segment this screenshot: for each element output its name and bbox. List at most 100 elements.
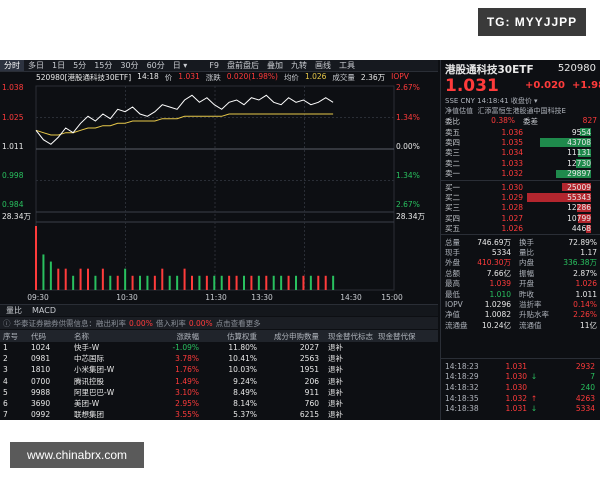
tab-30-min[interactable]: 30分: [116, 60, 142, 71]
bid-level[interactable]: 买五 1.026 4468: [441, 224, 600, 234]
volume-bar: [101, 268, 104, 290]
f9-button[interactable]: F9: [205, 61, 223, 70]
tab-1-day[interactable]: 1日: [48, 60, 69, 71]
stat-label: 量比: [519, 248, 534, 258]
stat-row: 净值 1.0082 升贴水率 2.26%: [441, 310, 600, 320]
volume-bar: [324, 275, 327, 290]
bid-level[interactable]: 买四 1.027 10799: [441, 213, 600, 223]
level-volume: 10799: [567, 213, 591, 223]
col-header[interactable]: 代码: [28, 331, 72, 342]
tick-time: 14:18:23: [445, 361, 479, 371]
level-price: 1.034: [501, 148, 523, 158]
bid-level[interactable]: 买二 1.029 55343: [441, 192, 600, 202]
pre-post-market-button[interactable]: 盘前盘后: [223, 60, 263, 71]
tick-price: 1.030: [505, 372, 527, 382]
ask-level[interactable]: 卖四 1.035 43708: [441, 137, 600, 147]
intraday-chart[interactable]: 520980[港股通科技30ETF] 14:18 价 1.031 涨跌 0.02…: [0, 72, 438, 304]
level-volume: 4468: [571, 224, 591, 234]
stat-label: 振幅: [519, 268, 534, 278]
cell-no: 3: [3, 365, 8, 375]
x-tick: 14:30: [340, 293, 362, 302]
volume-bar: [57, 268, 60, 290]
tab-volume-ratio[interactable]: 量比: [6, 305, 22, 316]
stat-value: 10.24亿: [482, 320, 511, 330]
cell-flag: 退补: [328, 354, 343, 364]
stat-value: 72.89%: [568, 237, 597, 247]
tab-60-min[interactable]: 60分: [143, 60, 169, 71]
cell-code: 0700: [31, 376, 51, 386]
stat-label: 总量: [445, 237, 460, 247]
stat-value: 5334: [491, 248, 511, 258]
fund-company: 汇添富恒生港股通中国科技E: [477, 107, 566, 115]
col-header[interactable]: 涨跌幅: [144, 331, 202, 342]
table-row[interactable]: 2 0981 中芯国际 3.78% 10.41% 2563 退补: [0, 353, 438, 364]
last-price: 1.031: [445, 76, 499, 96]
level-price: 1.032: [501, 169, 523, 179]
stat-value: 1.039: [489, 279, 511, 289]
table-row[interactable]: 3 1810 小米集团-W 1.76% 10.03% 1951 退补: [0, 364, 438, 375]
level-label: 买五: [445, 224, 460, 234]
ask-level[interactable]: 卖一 1.032 29897: [441, 169, 600, 179]
ask-level[interactable]: 卖五 1.036 9554: [441, 127, 600, 137]
col-header[interactable]: 成分申购数量: [260, 331, 322, 342]
cell-weight: 8.49%: [233, 387, 257, 397]
bid-level[interactable]: 买一 1.030 25009: [441, 182, 600, 192]
col-header[interactable]: 名称: [72, 331, 144, 342]
ask-level[interactable]: 卖二 1.033 12730: [441, 158, 600, 168]
tab-multi-day[interactable]: 多日: [24, 60, 48, 71]
cell-code: 9988: [31, 387, 51, 397]
table-header: 序号 代码 名称 涨跌幅 估算权重 成分申购数量 现金替代标志 现金替代保: [0, 330, 438, 342]
table-row[interactable]: 1 1024 快手-W -1.09% 11.80% 2027 退补: [0, 342, 438, 353]
overlay-button[interactable]: 叠加: [263, 60, 287, 71]
tick-arrow: ↑: [530, 393, 538, 403]
y-price-tick: 0.984: [2, 200, 24, 209]
tick-list: 14:18:23 1.031 2932 14:18:29 1.030 ↓ 7 14:18:32…: [441, 358, 600, 414]
table-row[interactable]: 6 3690 美团-W 2.95% 8.14% 760 退补: [0, 398, 438, 409]
col-header[interactable]: 估算权重: [202, 331, 260, 342]
fund-info: 净值估值 汇添富恒生港股通中国科技E: [445, 106, 600, 116]
table-row[interactable]: 4 0700 腾讯控股 1.49% 9.24% 206 退补: [0, 376, 438, 387]
col-header[interactable]: 序号: [0, 331, 28, 342]
constituents-table: 序号 代码 名称 涨跌幅 估算权重 成分申购数量 现金替代标志 现金替代保 11…: [0, 330, 438, 420]
tab-macd[interactable]: MACD: [32, 306, 56, 315]
volume-bar: [220, 275, 223, 290]
level-price: 1.036: [501, 127, 523, 137]
tick-row: 14:18:29 1.030 ↓ 7: [441, 372, 600, 383]
cell-flag: 退补: [328, 376, 343, 386]
tools-button[interactable]: 工具: [335, 60, 359, 71]
y-volume-tick: 28.34万: [2, 212, 31, 221]
volume-bar: [235, 275, 238, 290]
y-price-tick: 0.998: [2, 171, 24, 180]
tick-row: 14:18:23 1.031 2932: [441, 361, 600, 372]
table-row[interactable]: 7 0992 联想集团 3.55% 5.37% 6215 退补: [0, 409, 438, 420]
table-row[interactable]: 5 9988 阿里巴巴-W 3.10% 8.49% 911 退补: [0, 387, 438, 398]
cell-no: 2: [3, 354, 8, 364]
tab-5-min[interactable]: 5分: [69, 60, 90, 71]
security-code: 520980: [557, 63, 596, 74]
tab-intraday[interactable]: 分时: [0, 60, 24, 71]
tab-daily[interactable]: 日 ▾: [169, 60, 192, 71]
stat-value: 2.26%: [573, 310, 597, 320]
level-price: 1.035: [501, 138, 523, 148]
stat-label: 流通盘: [445, 320, 468, 330]
level-label: 卖五: [445, 127, 460, 137]
volume-bar: [332, 275, 335, 290]
y-price-tick: 1.038: [2, 83, 24, 92]
diff-value: 827: [582, 116, 597, 125]
volume-bar: [272, 275, 275, 290]
tab-15-min[interactable]: 15分: [90, 60, 116, 71]
bid-level[interactable]: 买三 1.028 12286: [441, 203, 600, 213]
ask-level[interactable]: 卖三 1.034 11131: [441, 148, 600, 158]
draw-line-button[interactable]: 画线: [311, 60, 335, 71]
col-header[interactable]: 现金替代标志: [322, 331, 374, 342]
cell-chg: 1.49%: [175, 376, 199, 386]
volume-bar: [176, 275, 179, 290]
tick-row: 14:18:38 1.031 ↓ 5334: [441, 403, 600, 414]
stat-value: 1.17: [580, 248, 597, 258]
nine-turn-button[interactable]: 九转: [287, 60, 311, 71]
x-tick: 09:30: [27, 293, 49, 302]
col-header[interactable]: 现金替代保: [374, 331, 438, 342]
stat-label: 最低: [445, 289, 460, 299]
stat-value: 0.14%: [573, 300, 597, 310]
notice-link[interactable]: 点击查看更多: [216, 318, 261, 329]
